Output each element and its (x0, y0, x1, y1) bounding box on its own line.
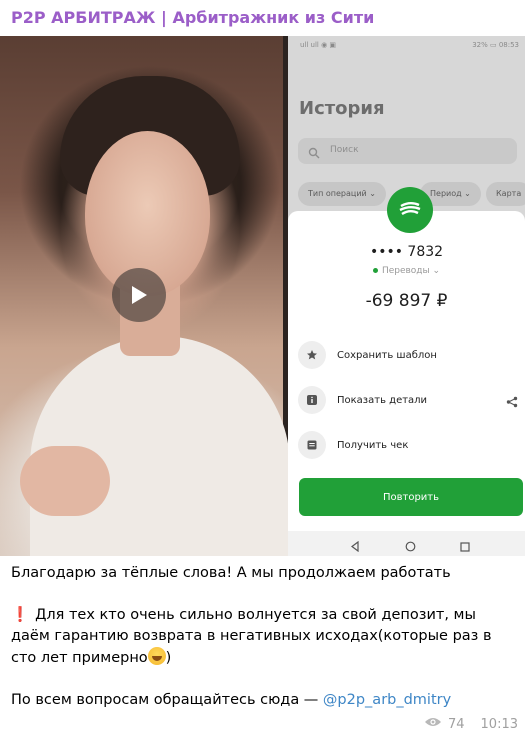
views-count: 74 (447, 716, 465, 732)
category-dot-icon (372, 268, 378, 273)
video-figure-hand (20, 446, 110, 516)
amount: -69 897 ₽ (365, 291, 448, 311)
message-paragraph-end: ) (165, 650, 172, 666)
card-number: •••• 7832 (369, 244, 444, 260)
grinning-emoji-icon (147, 647, 166, 665)
message-paragraph-text: Для тех кто очень сильно волнуется за св… (11, 607, 492, 666)
exclamation-icon: ❗ (11, 607, 30, 623)
receipt-icon (298, 431, 326, 459)
message-meta: 74 10:13 (424, 716, 518, 732)
play-icon (132, 286, 147, 304)
sber-logo-icon (387, 187, 433, 233)
search-placeholder: Поиск (330, 145, 359, 155)
action-label: Показать детали (337, 395, 428, 406)
video-thumbnail[interactable] (0, 36, 290, 556)
filter-chip: Тип операций ⌄ (298, 182, 386, 206)
category-text: Переводы ⌄ (381, 266, 441, 276)
repeat-button: Повторить (299, 478, 523, 516)
phone-nav-bar (288, 531, 525, 556)
status-left: ull ull ◉ ▣ (300, 41, 337, 49)
contact-link[interactable]: @p2p_arb_dmitry (323, 692, 451, 708)
message-line: Благодарю за тёплые слова! А мы продолжа… (11, 565, 451, 581)
history-title: История (299, 98, 385, 119)
back-icon (350, 537, 360, 556)
message-text: Благодарю за тёплые слова! А мы продолжа… (11, 563, 516, 711)
views-eye-icon (424, 716, 442, 732)
media-album[interactable]: ull ull ◉ ▣ 32% ▭ 08:53 История Поиск Ти… (0, 36, 525, 556)
photo-sber-screenshot[interactable]: ull ull ◉ ▣ 32% ▭ 08:53 История Поиск Ти… (288, 36, 525, 556)
phone-status-bar: ull ull ◉ ▣ 32% ▭ 08:53 (288, 36, 525, 54)
message-time: 10:13 (480, 716, 518, 732)
action-show-details: Показать детали (298, 386, 520, 416)
message-paragraph: ❗ Для тех кто очень сильно волнуется за с… (11, 605, 516, 669)
category-label: Переводы ⌄ (288, 266, 525, 276)
search-icon (308, 144, 320, 163)
info-icon (298, 386, 326, 414)
recents-icon (460, 537, 470, 556)
action-get-receipt: Получить чек (298, 431, 520, 461)
star-icon (298, 341, 326, 369)
action-save-template: Сохранить шаблон (298, 341, 520, 371)
share-icon (506, 393, 518, 412)
channel-title[interactable]: P2P АРБИТРАЖ | Арбитражник из Сити (11, 8, 374, 27)
contact-prefix: По всем вопросам обращайтесь сюда — (11, 692, 323, 708)
filter-chip: Карта (486, 182, 525, 206)
status-right: 32% ▭ 08:53 (472, 41, 519, 49)
play-button[interactable] (112, 268, 166, 322)
message-contact-line: По всем вопросам обращайтесь сюда — @p2p… (11, 690, 516, 711)
home-icon (405, 537, 416, 556)
action-label: Получить чек (337, 440, 409, 451)
search-bar: Поиск (298, 138, 517, 164)
action-label: Сохранить шаблон (337, 350, 437, 361)
